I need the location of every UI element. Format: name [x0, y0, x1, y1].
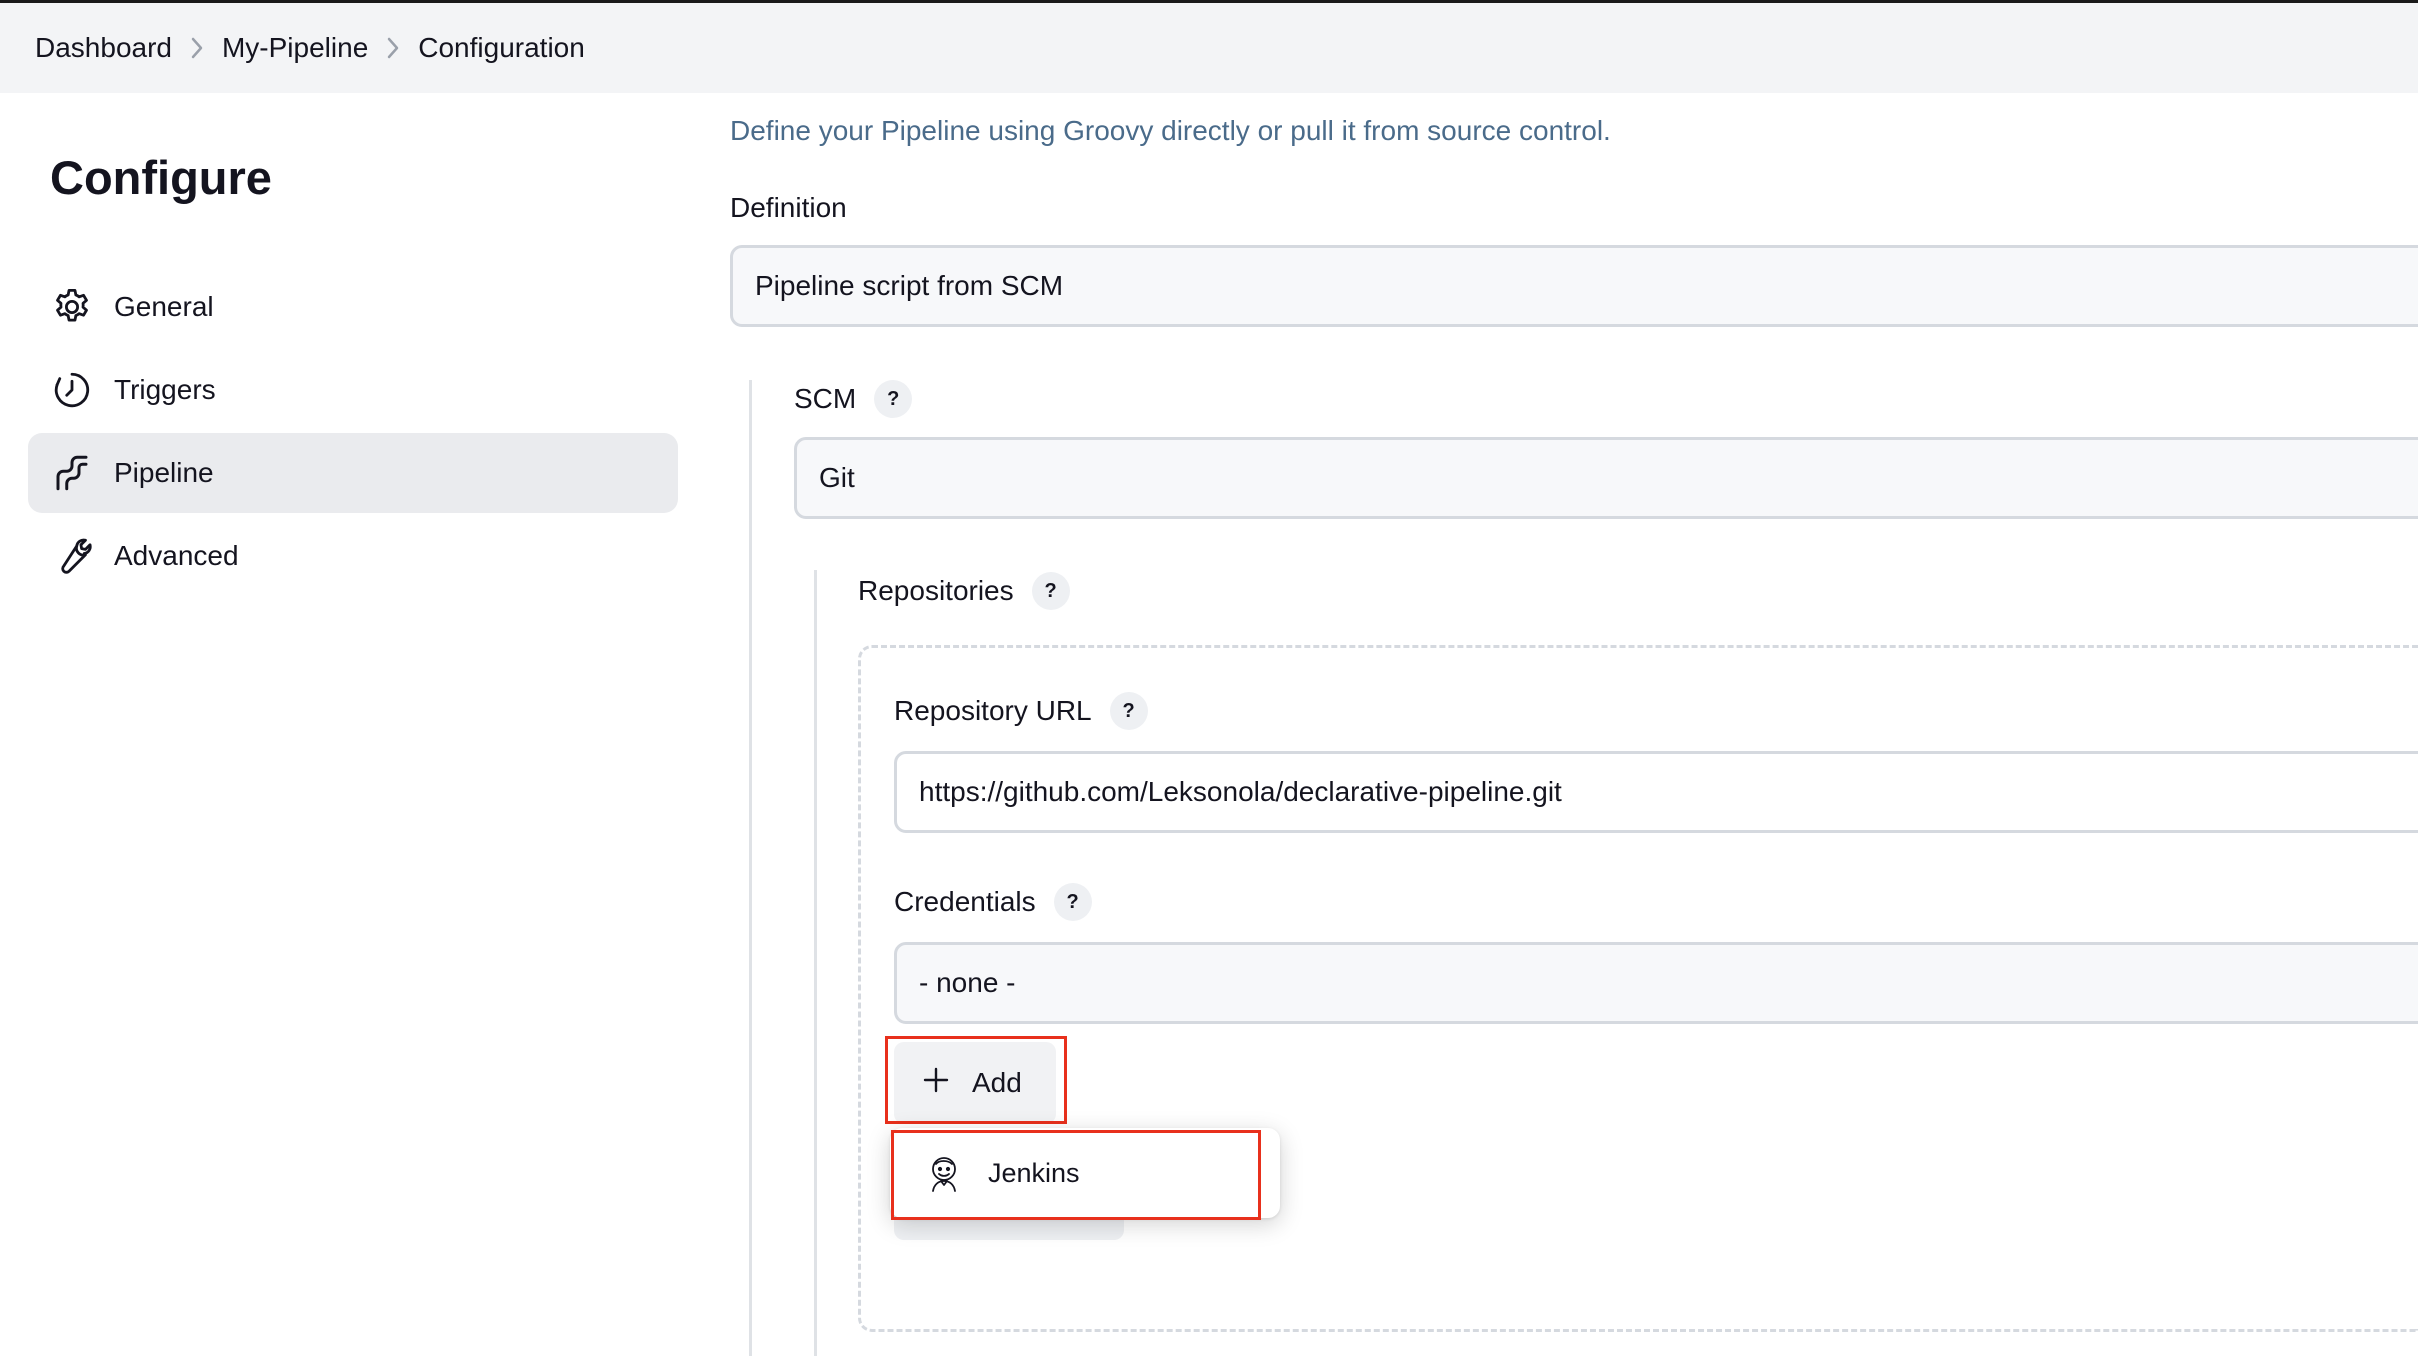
credentials-select[interactable]: - none - — [894, 942, 2418, 1024]
repositories-label: Repositories ? — [858, 572, 1070, 610]
scm-help-button[interactable]: ? — [874, 380, 913, 418]
add-button-highlight — [885, 1036, 1067, 1124]
gear-icon — [50, 285, 94, 329]
credentials-help-button[interactable]: ? — [1053, 883, 1092, 921]
sidebar-item-label: Triggers — [114, 374, 216, 405]
repositories-section-line — [814, 570, 817, 1356]
definition-value: Pipeline script from SCM — [755, 270, 1064, 301]
repository-url-label-text: Repository URL — [894, 695, 1092, 726]
sidebar-item-label: Advanced — [114, 540, 239, 571]
definition-select[interactable]: Pipeline script from SCM — [730, 245, 2418, 327]
breadcrumb: Dashboard My-Pipeline Configuration — [0, 3, 2418, 93]
repositories-label-text: Repositories — [858, 575, 1014, 606]
definition-label-text: Definition — [730, 192, 847, 223]
sidebar-item-general[interactable]: General — [28, 267, 678, 347]
chevron-right-icon — [172, 36, 222, 60]
repository-url-label: Repository URL ? — [894, 692, 1148, 730]
pipeline-icon — [50, 451, 94, 495]
definition-label: Definition — [730, 192, 847, 224]
scm-value: Git — [819, 462, 855, 493]
scm-label: SCM ? — [794, 380, 913, 418]
breadcrumb-my-pipeline[interactable]: My-Pipeline — [222, 32, 368, 64]
chevron-right-icon — [368, 36, 418, 60]
scm-select[interactable]: Git — [794, 437, 2418, 519]
repositories-help-button[interactable]: ? — [1031, 572, 1070, 610]
wrench-icon — [50, 534, 94, 578]
pipeline-description: Define your Pipeline using Groovy direct… — [730, 115, 1611, 146]
sidebar-item-triggers[interactable]: Triggers — [28, 350, 678, 430]
sidebar-item-label: Pipeline — [114, 457, 214, 488]
menu-item-highlight — [891, 1130, 1261, 1220]
credentials-label-text: Credentials — [894, 886, 1036, 917]
repository-url-value: https://github.com/Leksonola/declarative… — [919, 776, 1562, 807]
repository-url-help-button[interactable]: ? — [1109, 692, 1148, 730]
scm-section-line — [749, 380, 752, 1356]
sidebar-item-advanced[interactable]: Advanced — [28, 516, 678, 596]
breadcrumb-dashboard[interactable]: Dashboard — [35, 32, 172, 64]
clock-icon — [50, 368, 94, 412]
scm-label-text: SCM — [794, 383, 857, 414]
sidebar-item-label: General — [114, 291, 214, 322]
credentials-label: Credentials ? — [894, 883, 1092, 921]
credentials-value: - none - — [919, 967, 1016, 998]
sidebar-title: Configure — [50, 151, 272, 204]
breadcrumb-configuration[interactable]: Configuration — [418, 32, 585, 64]
repository-url-input[interactable]: https://github.com/Leksonola/declarative… — [894, 751, 2418, 833]
sidebar-item-pipeline[interactable]: Pipeline — [28, 433, 678, 513]
